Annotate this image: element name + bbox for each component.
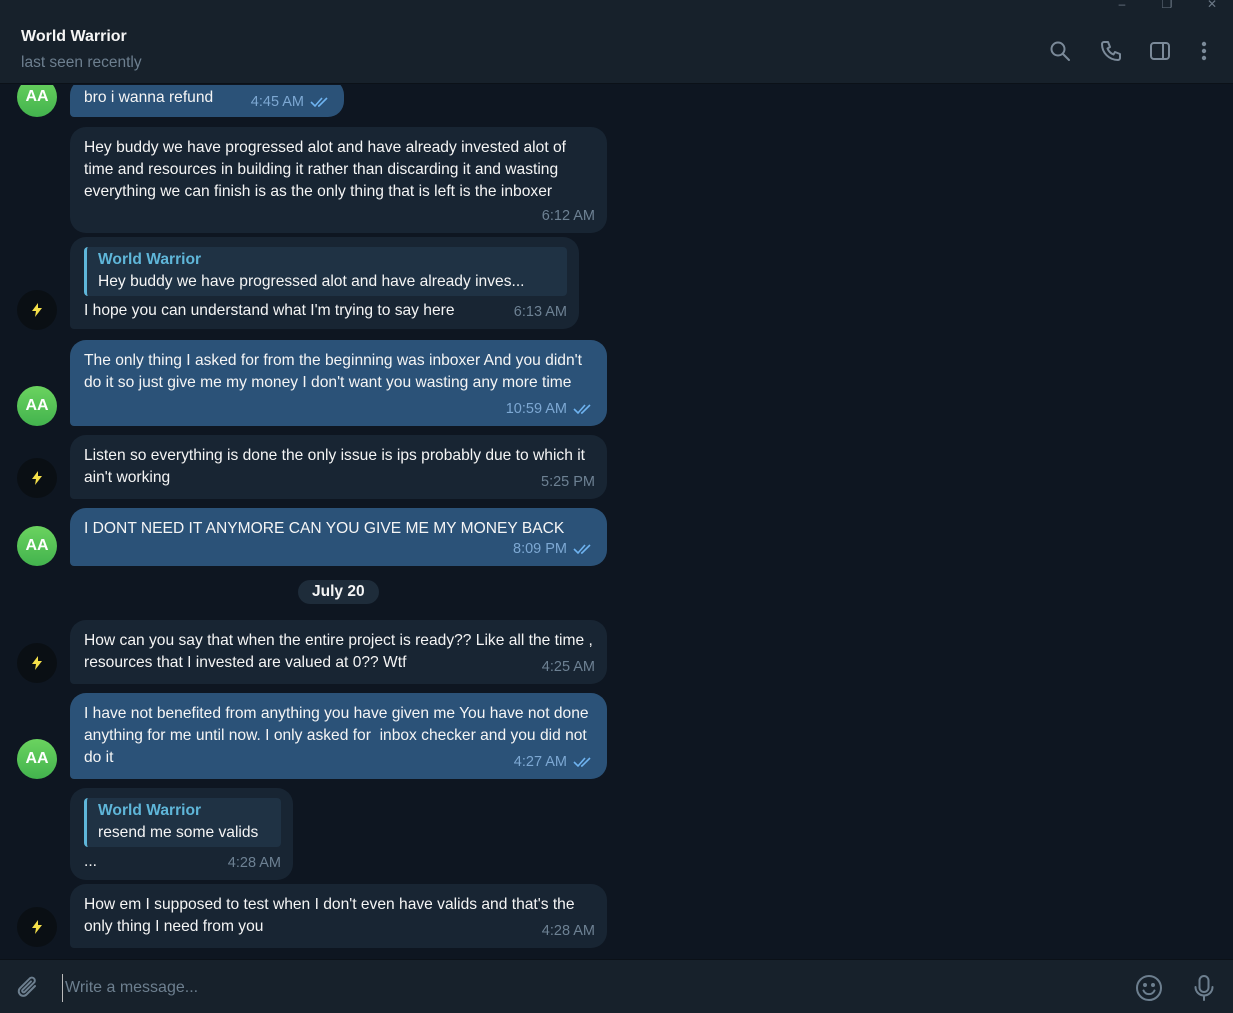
message-time: 4:27 AM — [513, 754, 567, 770]
search-icon[interactable] — [1048, 39, 1072, 63]
message-text: I hope you can understand what I'm tryin… — [84, 302, 455, 319]
message-composer — [0, 959, 1233, 1013]
reply-text: Hey buddy we have progressed alot and ha… — [98, 273, 525, 290]
avatar-initials: AA — [25, 537, 49, 554]
message-text: How em I supposed to test when I don't e… — [84, 896, 579, 935]
chat-title[interactable]: World Warrior — [21, 28, 127, 46]
message-text: The only thing I asked for from the begi… — [84, 352, 587, 391]
message-bubble[interactable]: World Warrior resend me some valids ... … — [70, 788, 293, 880]
double-check-icon — [573, 544, 591, 555]
double-check-icon — [310, 97, 328, 108]
message-bubble[interactable]: World Warrior Hey buddy we have progress… — [70, 237, 579, 329]
message-time: 5:25 PM — [541, 474, 595, 490]
avatar[interactable] — [17, 458, 57, 498]
microphone-icon[interactable] — [1190, 974, 1218, 1002]
message-list[interactable]: AA bro i wanna refund 4:45 AM Hey buddy … — [0, 85, 1233, 959]
lightning-bolt-icon — [32, 656, 42, 670]
avatar[interactable] — [17, 643, 57, 683]
avatar-initials: AA — [25, 88, 49, 105]
message-time: 4:25 AM — [541, 659, 595, 675]
avatar[interactable] — [17, 907, 57, 947]
message-bubble[interactable]: How can you say that when the entire pro… — [70, 620, 607, 684]
message-bubble[interactable]: The only thing I asked for from the begi… — [70, 340, 607, 426]
lightning-bolt-icon — [32, 303, 42, 317]
message-time: 4:28 AM — [541, 923, 595, 939]
double-check-icon — [573, 757, 591, 768]
more-vertical-icon[interactable] — [1192, 39, 1216, 63]
avatar[interactable]: AA — [17, 739, 57, 779]
message-text: Listen so everything is done the only is… — [84, 447, 590, 486]
avatar[interactable] — [17, 290, 57, 330]
message-bubble[interactable]: I have not benefited from anything you h… — [70, 693, 607, 779]
lightning-bolt-icon — [32, 920, 42, 934]
message-time: 10:59 AM — [505, 401, 567, 417]
sidebar-toggle-icon[interactable] — [1148, 39, 1172, 63]
chat-header[interactable]: World Warrior last seen recently — [0, 17, 1233, 84]
reply-author: World Warrior — [98, 251, 202, 268]
minimize-button[interactable]: – — [1112, 0, 1132, 12]
avatar[interactable]: AA — [17, 85, 57, 117]
avatar-initials: AA — [25, 397, 49, 414]
reply-quote[interactable]: World Warrior resend me some valids — [84, 798, 281, 847]
message-time: 8:09 PM — [513, 541, 567, 557]
message-text: How can you say that when the entire pro… — [84, 632, 598, 671]
message-text: Hey buddy we have progressed alot and ha… — [84, 139, 571, 200]
message-text: I DONT NEED IT ANYMORE CAN YOU GIVE ME M… — [84, 520, 565, 537]
message-time: 6:12 AM — [541, 208, 595, 224]
message-bubble[interactable]: I DONT NEED IT ANYMORE CAN YOU GIVE ME M… — [70, 508, 607, 566]
close-button[interactable]: ✕ — [1202, 0, 1222, 12]
reply-author: World Warrior — [98, 802, 202, 819]
message-bubble[interactable]: Listen so everything is done the only is… — [70, 435, 607, 499]
emoji-icon[interactable] — [1135, 974, 1163, 1002]
message-time: 4:28 AM — [227, 855, 281, 871]
avatar[interactable]: AA — [17, 526, 57, 566]
message-input[interactable] — [62, 974, 1102, 1002]
chat-status: last seen recently — [21, 54, 142, 71]
reply-text: resend me some valids — [98, 824, 259, 841]
date-separator: July 20 — [298, 580, 379, 604]
message-bubble[interactable]: How em I supposed to test when I don't e… — [70, 884, 607, 948]
window-titlebar: – ❐ ✕ — [0, 0, 1233, 17]
double-check-icon — [573, 404, 591, 415]
paperclip-icon[interactable] — [15, 974, 43, 1002]
avatar[interactable]: AA — [17, 386, 57, 426]
avatar-initials: AA — [25, 750, 49, 767]
phone-icon[interactable] — [1099, 39, 1123, 63]
message-time: 6:13 AM — [513, 304, 567, 320]
message-bubble[interactable]: Hey buddy we have progressed alot and ha… — [70, 127, 607, 233]
reply-quote[interactable]: World Warrior Hey buddy we have progress… — [84, 247, 567, 296]
message-time: 4:45 AM — [250, 94, 304, 110]
maximize-button[interactable]: ❐ — [1157, 0, 1177, 12]
message-bubble[interactable]: bro i wanna refund 4:45 AM — [70, 85, 344, 117]
lightning-bolt-icon — [32, 471, 42, 485]
